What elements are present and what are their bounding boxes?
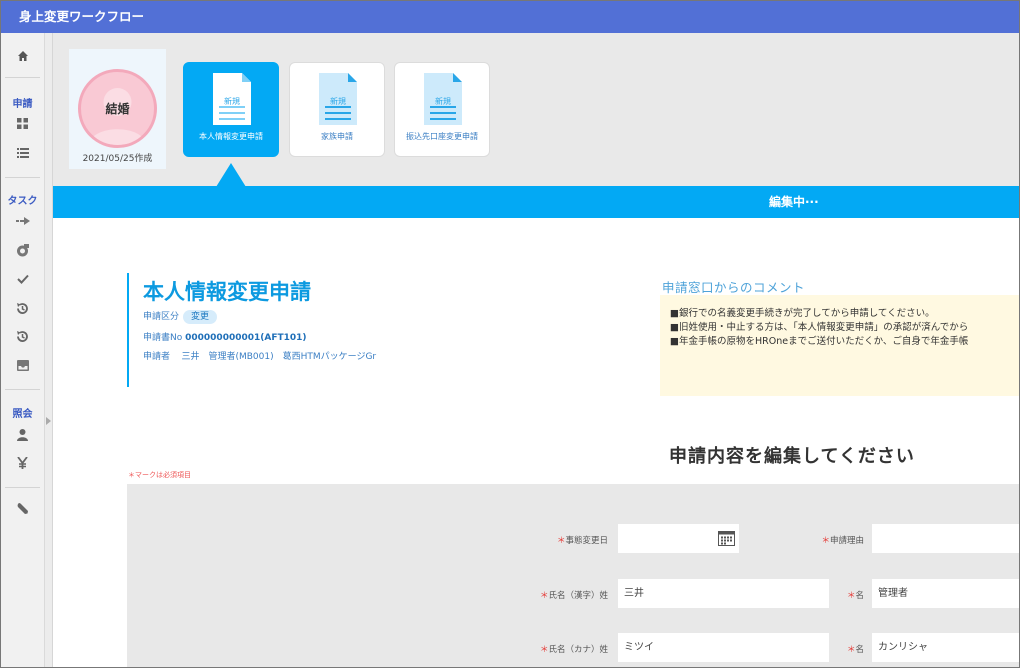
selection-pointer — [216, 163, 246, 187]
sidebar-gutter — [45, 33, 53, 668]
life-event-label: 結婚 — [105, 102, 130, 116]
applicant-row: 申請者 三井 管理者(MB001) 葛西HTMパッケージGr — [143, 349, 376, 362]
person-icon[interactable] — [0, 427, 45, 443]
badge-icon[interactable] — [0, 241, 45, 259]
card-doc-label: 新規 — [435, 97, 451, 106]
list-icon[interactable] — [0, 145, 45, 161]
card-bank-account-change[interactable]: 新規 振込先口座変更申請 — [394, 62, 490, 157]
number-value: 000000000001(AFT101) — [185, 333, 307, 343]
status-badge: 変更 — [183, 310, 218, 324]
request-category-row: 申請区分 変更 — [143, 309, 218, 324]
banner-text: 編集中··· — [769, 195, 819, 209]
card-label: 振込先口座変更申請 — [406, 132, 478, 141]
applicant-label: 申請者 — [143, 352, 171, 362]
card-personal-info-change[interactable]: 新規 本人情報変更申請 — [183, 62, 279, 157]
sidebar-section-inquiry: 照会 — [12, 408, 33, 420]
inbox-icon[interactable] — [0, 357, 45, 373]
name-kanji-first-input[interactable]: 管理者 — [872, 579, 1020, 608]
profile-card: 結婚 2021/05/25作成 — [69, 49, 166, 169]
grid-icon[interactable] — [0, 115, 45, 131]
request-number-row: 申請書No 000000000001(AFT101) — [143, 330, 307, 343]
calendar-icon[interactable] — [718, 530, 735, 546]
card-doc-label: 新規 — [330, 97, 346, 106]
applicant-value: 三井 管理者(MB001) 葛西HTMパッケージGr — [181, 352, 377, 362]
name-kanji-first-label: ＊名 — [846, 591, 864, 601]
required-note: ＊マークは必須項目 — [128, 471, 191, 479]
comment-title: 申請窓口からのコメント — [662, 280, 806, 295]
editing-banner: 編集中··· — [53, 186, 1020, 218]
name-kana-first-label: ＊名 — [846, 645, 864, 655]
sidebar: 申請 タスク 照会 — [0, 33, 45, 668]
page-title: 本人情報変更申請 — [143, 280, 311, 304]
card-label: 本人情報変更申請 — [199, 132, 263, 141]
created-date: 2021/05/25作成 — [82, 154, 153, 164]
yen-icon[interactable] — [0, 455, 45, 471]
event-date-label: ＊事態変更日 — [556, 536, 608, 546]
home-icon[interactable] — [0, 46, 45, 66]
reason-input[interactable] — [872, 524, 1020, 553]
card-label: 家族申請 — [321, 132, 353, 141]
event-date-input[interactable] — [618, 524, 739, 553]
name-kanji-last-input[interactable]: 三井 — [618, 579, 829, 608]
history-icon[interactable] — [0, 299, 45, 317]
category-label: 申請区分 — [143, 312, 180, 322]
history-icon[interactable] — [0, 327, 45, 345]
card-family-application[interactable]: 新規 家族申請 — [289, 62, 385, 157]
comment-line: ■旧姓使用・中止する方は、「本人情報変更申請」の承認が済んでから — [670, 322, 969, 333]
name-kanji-last-label: ＊氏名（漢字）姓 — [539, 591, 608, 601]
number-label: 申請書No — [143, 333, 183, 343]
arrow-right-icon[interactable] — [0, 213, 45, 229]
comment-box: ■銀行での名義変更手続きが完了してから申請してください。 ■旧姓使用・中止する方… — [660, 295, 1020, 396]
name-kana-last-input[interactable]: ミツイ — [618, 633, 829, 662]
avatar: 結婚 — [78, 69, 157, 148]
reason-label: ＊申請理由 — [821, 536, 864, 546]
title-accent-bar — [127, 273, 129, 387]
name-kana-last-label: ＊氏名（カナ）姓 — [539, 645, 608, 655]
name-kana-first-input[interactable]: カンリシャ — [872, 633, 1020, 662]
wrench-icon[interactable] — [0, 501, 45, 517]
check-icon[interactable] — [0, 271, 45, 287]
sidebar-section-task: タスク — [7, 195, 38, 207]
card-doc-label: 新規 — [224, 97, 240, 106]
app-title: 身上変更ワークフロー — [0, 0, 1020, 33]
comment-line: ■銀行での名義変更手続きが完了してから申請してください。 — [670, 308, 935, 319]
collapse-handle-icon[interactable] — [46, 417, 51, 425]
comment-line: ■年金手帳の原物をHROneまでご送付いただくか、ご自身で年金手帳 — [670, 336, 969, 347]
sidebar-section-apply: 申請 — [12, 98, 33, 110]
form-heading: 申請内容を編集してください — [669, 446, 915, 467]
